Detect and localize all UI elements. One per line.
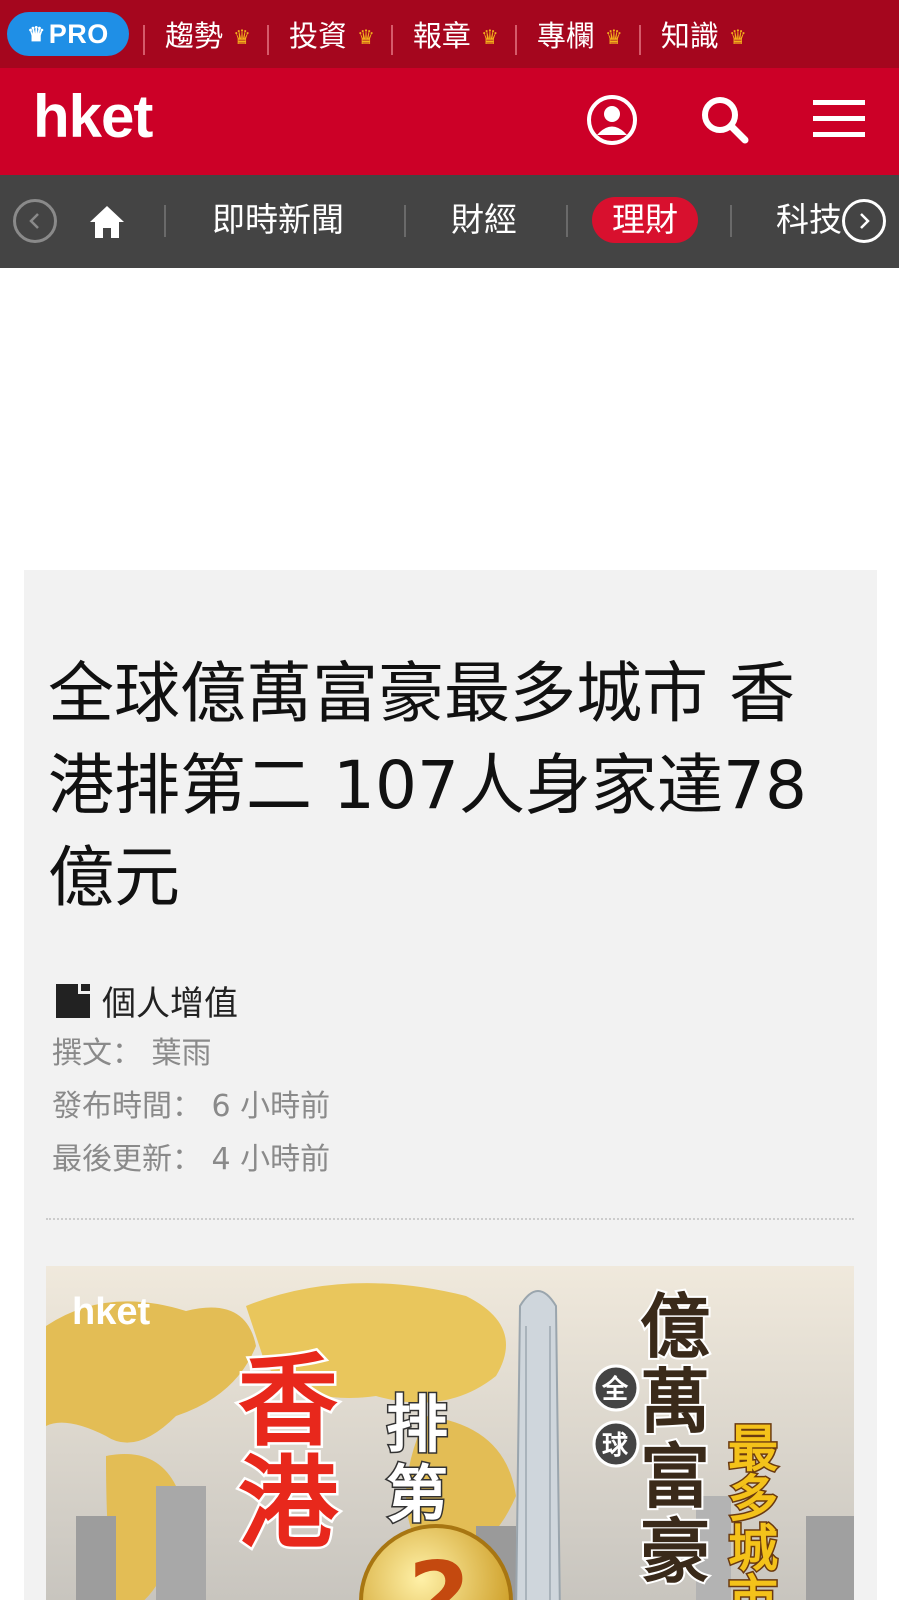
pro-badge[interactable]: ♛ PRO [7,12,129,56]
hero-global-2: 球 [602,1431,629,1461]
nav-next-button[interactable] [842,199,886,243]
hero-logo: hket [72,1291,150,1333]
ad-placeholder [0,268,899,570]
hamburger-menu-icon[interactable] [810,90,870,150]
pro-item-label: 報章 [412,19,471,53]
pro-badge-label: PRO [48,18,109,49]
crown-icon: ♛ [356,25,375,49]
nav-item-tech[interactable]: 科技 [776,193,842,247]
hero-text-kong: 港 [238,1445,339,1562]
hero-sub-char-4: 市 [728,1570,778,1600]
site-header: hket [0,68,899,175]
crown-icon: ♛ [604,25,623,49]
nav-divider [164,205,166,237]
nav-divider [404,205,406,237]
crown-icon: ♛ [728,25,747,49]
article-category[interactable]: 個人增值 [54,976,238,1025]
hero-rank-number: 2 [408,1543,471,1600]
home-icon[interactable] [87,202,127,242]
site-logo[interactable]: hket [33,82,153,151]
pro-menu: 趨勢 ♛ 投資 ♛ 報章 ♛ 專欄 ♛ 知識 ♛ [143,0,763,68]
chevron-left-icon [29,213,39,229]
article-author: 撰文： 葉雨 [52,1036,212,1071]
nav-divider [566,205,568,237]
divider [46,1218,854,1220]
chevron-right-icon [860,213,870,229]
document-icon [56,983,90,1018]
nav-item-finance[interactable]: 財經 [451,193,517,247]
nav-item-wealth-active[interactable]: 理財 [592,197,698,243]
pro-bar: ♛ PRO 趨勢 ♛ 投資 ♛ 報章 ♛ 專欄 ♛ 知識 ♛ [0,0,899,68]
hero-title-char-1: 億 [640,1286,710,1368]
article-published-time: 發布時間： 6 小時前 [52,1089,331,1124]
pro-item-label: 趨勢 [165,19,224,53]
pro-item-knowledge[interactable]: 知識 ♛ [638,0,763,68]
hero-text-rank-1: 排 [386,1388,448,1461]
hero-illustration: hket 香 港 排 第 2 全 球 億 萬 富 豪 最 多 城 市 [46,1266,854,1600]
pro-item-label: 知識 [660,19,719,53]
search-icon[interactable] [695,90,755,150]
article-card: 全球億萬富豪最多城市 香港排第二 107人身家達78億元 個人增值 撰文： 葉雨… [24,570,877,1600]
hero-title-char-4: 豪 [640,1511,710,1593]
section-nav: 即時新聞 財經 理財 科技 [0,175,899,268]
nav-item-instant-news[interactable]: 即時新聞 [212,193,344,247]
crown-icon: ♛ [27,23,46,46]
pro-item-column[interactable]: 專欄 ♛ [514,0,639,68]
pro-item-label: 專欄 [536,19,595,53]
pro-item-trend[interactable]: 趨勢 ♛ [143,0,267,68]
article-hero-image[interactable]: hket 香 港 排 第 2 全 球 億 萬 富 豪 最 多 城 市 [46,1266,854,1600]
article-updated-time: 最後更新： 4 小時前 [52,1142,331,1177]
hero-global-1: 全 [601,1374,629,1405]
hero-title-char-2: 萬 [640,1361,710,1443]
category-label: 個人增值 [102,984,238,1024]
hero-title-char-3: 富 [640,1436,710,1518]
hero-text-hong: 香 [238,1343,338,1460]
pro-item-label: 投資 [288,19,347,53]
pro-item-invest[interactable]: 投資 ♛ [266,0,391,68]
nav-prev-button[interactable] [13,199,57,243]
user-icon[interactable] [582,90,642,150]
hero-text-rank-2: 第 [386,1458,448,1531]
crown-icon: ♛ [480,25,499,49]
crown-icon: ♛ [233,25,251,49]
nav-divider [730,205,732,237]
article-title: 全球億萬富豪最多城市 香港排第二 107人身家達78億元 [48,655,807,916]
pro-item-newspaper[interactable]: 報章 ♛ [390,0,515,68]
